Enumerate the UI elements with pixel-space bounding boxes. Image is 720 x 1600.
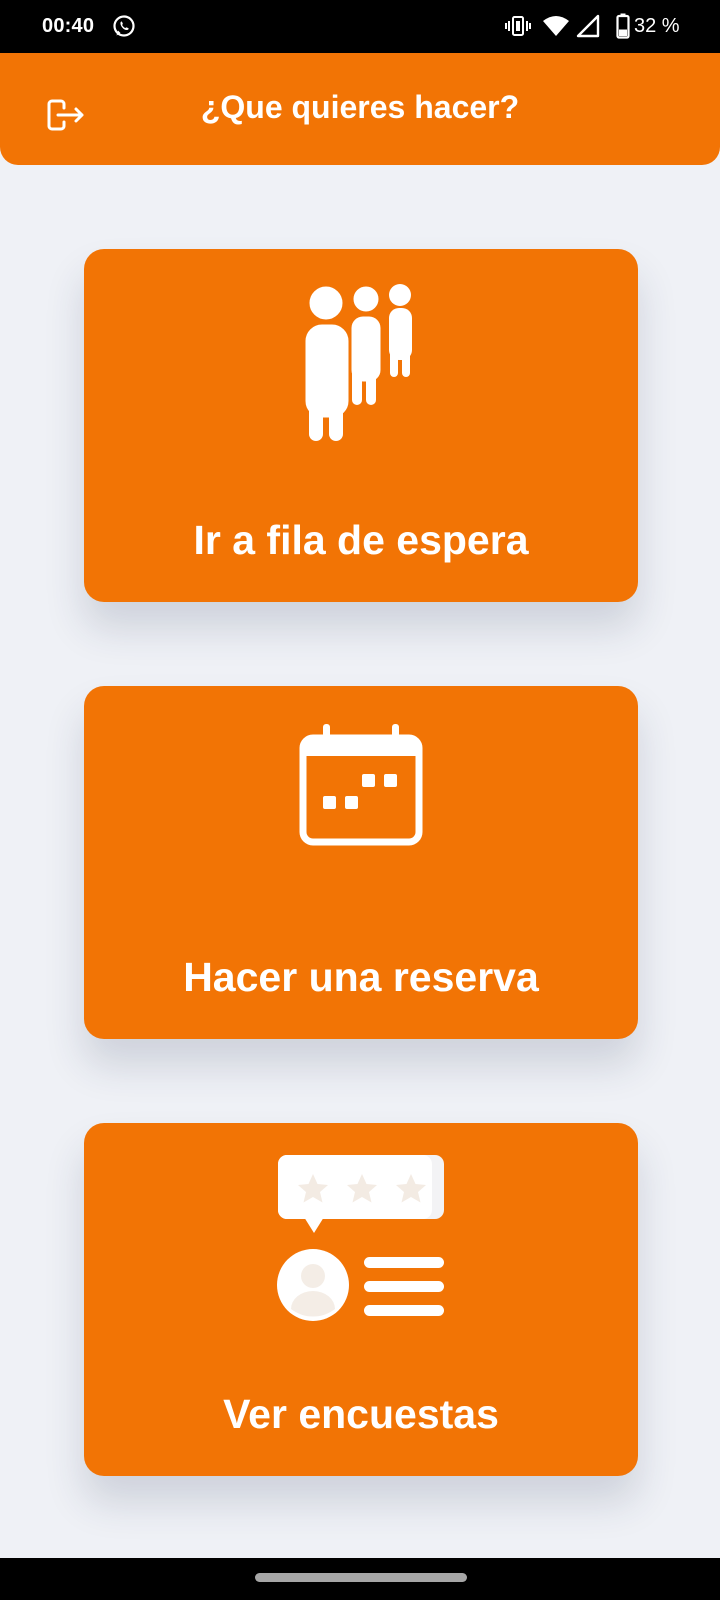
- cell-signal-icon: [576, 14, 600, 38]
- queue-option-card[interactable]: Ir a fila de espera: [84, 249, 638, 602]
- surveys-option-label: Ver encuestas: [223, 1391, 499, 1437]
- wifi-icon: [543, 16, 569, 36]
- vibrate-icon: [505, 16, 531, 36]
- system-navigation-bar: [0, 1558, 720, 1600]
- queue-people-icon: [84, 277, 638, 442]
- home-gesture-handle[interactable]: [255, 1573, 467, 1582]
- surveys-option-card[interactable]: Ver encuestas: [84, 1123, 638, 1476]
- reservation-option-card[interactable]: Hacer una reserva: [84, 686, 638, 1039]
- battery-percent: 32 %: [634, 15, 680, 37]
- calendar-icon: [84, 722, 638, 846]
- reservation-option-label: Hacer una reserva: [183, 954, 539, 1000]
- whatsapp-icon: [113, 15, 135, 37]
- status-time: 00:40: [42, 15, 95, 37]
- survey-rating-icon: [84, 1153, 638, 1323]
- queue-option-label: Ir a fila de espera: [193, 517, 529, 563]
- app-header: ¿Que quieres hacer?: [0, 53, 720, 165]
- status-bar: 00:40 32 %: [0, 0, 720, 53]
- battery-icon: [616, 13, 630, 39]
- page-title: ¿Que quieres hacer?: [200, 89, 520, 125]
